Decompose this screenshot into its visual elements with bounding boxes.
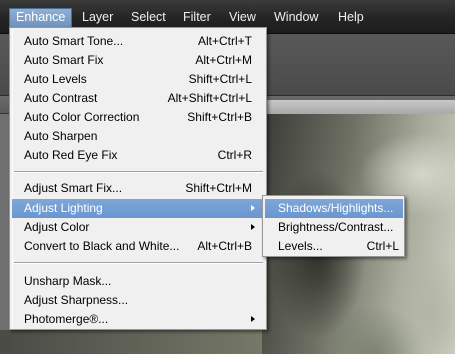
menu-item-label: Brightness/Contrast...: [278, 220, 394, 234]
menu-item-shortcut: Shift+Ctrl+M: [185, 181, 252, 195]
menu-layer[interactable]: Layer: [82, 9, 113, 28]
menu-item-adjust-lighting[interactable]: Adjust Lighting: [12, 199, 264, 218]
menu-item-label: Adjust Smart Fix...: [24, 181, 123, 195]
submenu-item-brightness-contrast[interactable]: Brightness/Contrast...: [265, 218, 403, 237]
menu-item-shortcut: Shift+Ctrl+B: [187, 110, 252, 124]
menu-item-label: Photomerge®...: [24, 312, 109, 326]
menu-item-label: Auto Smart Fix: [24, 53, 104, 67]
menu-item-shortcut: Alt+Ctrl+B: [197, 239, 252, 253]
submenu-item-shadows-highlights[interactable]: Shadows/Highlights...: [265, 199, 403, 218]
menu-enhance[interactable]: Enhance: [9, 8, 73, 28]
menu-item-label: Auto Sharpen: [24, 129, 98, 143]
menu-item-label: Convert to Black and White...: [24, 239, 180, 253]
menu-item-auto-color-correction[interactable]: Auto Color Correction Shift+Ctrl+B: [12, 108, 264, 127]
menu-item-shortcut: Ctrl+R: [217, 148, 252, 162]
menu-item-label: Adjust Sharpness...: [24, 293, 129, 307]
menu-item-label: Auto Contrast: [24, 91, 98, 105]
menu-separator: [14, 171, 263, 173]
menu-separator: [14, 262, 263, 264]
menu-item-label: Auto Red Eye Fix: [24, 148, 118, 162]
menu-item-label: Auto Levels: [24, 72, 87, 86]
enhance-menu: Auto Smart Tone... Alt+Ctrl+T Auto Smart…: [9, 27, 267, 330]
menu-item-adjust-color[interactable]: Adjust Color: [12, 218, 264, 237]
menu-item-adjust-sharpness[interactable]: Adjust Sharpness...: [12, 291, 264, 310]
adjust-lighting-submenu: Shadows/Highlights... Brightness/Contras…: [262, 195, 405, 257]
menu-item-label: Adjust Lighting: [24, 201, 103, 215]
menu-select[interactable]: Select: [131, 9, 166, 28]
menu-item-auto-levels[interactable]: Auto Levels Shift+Ctrl+L: [12, 70, 264, 89]
document-tab[interactable]: [262, 100, 455, 114]
menu-view[interactable]: View: [229, 9, 256, 28]
menu-item-auto-smart-tone[interactable]: Auto Smart Tone... Alt+Ctrl+T: [12, 32, 264, 51]
menu-item-shortcut: Shift+Ctrl+L: [188, 72, 252, 86]
menu-item-label: Shadows/Highlights...: [278, 201, 394, 215]
menu-item-label: Auto Color Correction: [24, 110, 140, 124]
chevron-right-icon: [251, 205, 255, 211]
menu-item-shortcut: Alt+Ctrl+T: [197, 34, 252, 48]
menu-item-label: Unsharp Mask...: [24, 274, 112, 288]
menu-item-auto-smart-fix[interactable]: Auto Smart Fix Alt+Ctrl+M: [12, 51, 264, 70]
submenu-item-levels[interactable]: Levels... Ctrl+L: [265, 237, 403, 256]
menu-item-label: Levels...: [278, 239, 323, 253]
menu-item-label: Auto Smart Tone...: [24, 34, 124, 48]
menu-filter[interactable]: Filter: [183, 9, 211, 28]
menu-item-shortcut: Ctrl+L: [366, 239, 399, 253]
menu-item-auto-red-eye-fix[interactable]: Auto Red Eye Fix Ctrl+R: [12, 146, 264, 165]
chevron-right-icon: [251, 224, 255, 230]
menu-item-auto-contrast[interactable]: Auto Contrast Alt+Shift+Ctrl+L: [12, 89, 264, 108]
menu-item-unsharp-mask[interactable]: Unsharp Mask...: [12, 272, 264, 291]
menu-window[interactable]: Window: [274, 9, 318, 28]
menu-help[interactable]: Help: [338, 9, 364, 28]
menu-item-shortcut: Alt+Ctrl+M: [195, 53, 252, 67]
menu-item-shortcut: Alt+Shift+Ctrl+L: [167, 91, 252, 105]
menu-item-auto-sharpen[interactable]: Auto Sharpen: [12, 127, 264, 146]
app-window: Enhance Layer Select Filter View Window …: [0, 0, 455, 354]
menu-item-adjust-smart-fix[interactable]: Adjust Smart Fix... Shift+Ctrl+M: [12, 179, 264, 198]
menu-item-photomerge[interactable]: Photomerge®...: [12, 310, 264, 329]
menu-item-convert-black-white[interactable]: Convert to Black and White... Alt+Ctrl+B: [12, 237, 264, 256]
chevron-right-icon: [251, 316, 255, 322]
menu-item-label: Adjust Color: [24, 220, 90, 234]
photo-canvas-lower[interactable]: [0, 330, 262, 354]
